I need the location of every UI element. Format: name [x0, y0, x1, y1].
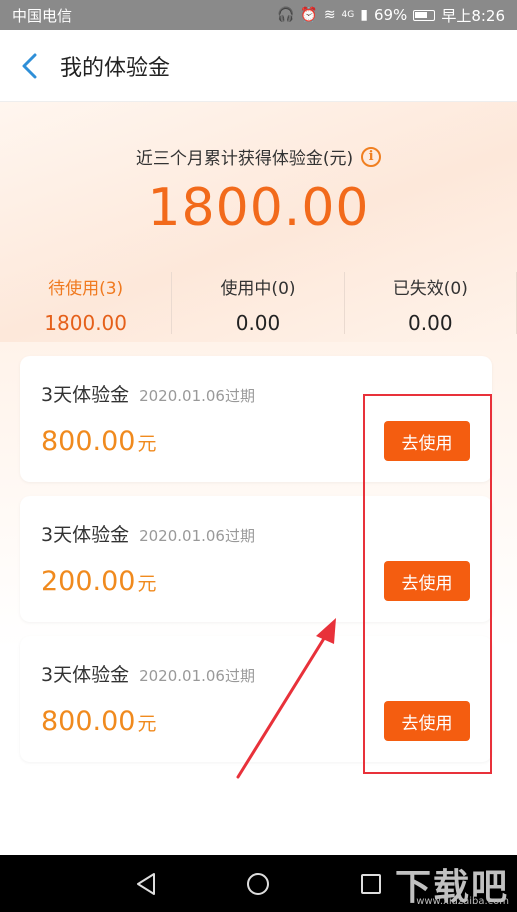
voucher-unit: 元: [137, 573, 157, 595]
voucher-name: 3天体验金: [41, 524, 130, 546]
voucher-unit: 元: [137, 713, 157, 735]
voucher-amount: 200.00: [41, 566, 136, 597]
use-button[interactable]: 去使用: [384, 701, 470, 741]
stat-label: 使用中(0): [220, 279, 296, 299]
stat-label: 已失效(0): [392, 279, 468, 299]
voucher-name: 3天体验金: [41, 384, 130, 406]
voucher-amount-row: 800.00 元: [41, 426, 157, 457]
voucher-amount-row: 200.00 元: [41, 566, 157, 597]
voucher-amount-row: 800.00 元: [41, 706, 157, 737]
stat-value: 1800.00: [44, 311, 128, 335]
voucher-title-row: 3天体验金 2020.01.06过期: [41, 520, 255, 547]
voucher-amount: 800.00: [41, 426, 136, 457]
status-indicators: 🎧 ⏰ ≋ 4G ▮ 69% 早上8:26: [277, 5, 505, 26]
voucher-expire: 2020.01.06过期: [139, 387, 255, 405]
summary-label-row: 近三个月累计获得体验金(元) i: [0, 144, 517, 169]
voucher-unit: 元: [137, 433, 157, 455]
battery-icon: [413, 9, 436, 21]
clock: 早上8:26: [441, 6, 505, 25]
voucher-name: 3天体验金: [41, 664, 130, 686]
stat-value: 0.00: [408, 311, 453, 335]
back-button[interactable]: [0, 30, 60, 102]
summary-label: 近三个月累计获得体验金(元): [135, 149, 354, 169]
cell-signal-icon: ▮: [360, 7, 368, 23]
voucher-amount: 800.00: [41, 706, 136, 737]
circle-home-icon: [247, 872, 270, 895]
voucher-card: 3天体验金 2020.01.06过期 800.00 元 去使用: [20, 636, 492, 762]
wifi-icon: ≋: [323, 7, 336, 23]
stat-pending[interactable]: 待使用(3) 1800.00: [0, 272, 173, 335]
status-bar: 中国电信 🎧 ⏰ ≋ 4G ▮ 69% 早上8:26: [0, 0, 517, 30]
nav-back-button[interactable]: [126, 864, 166, 904]
signal-label: 4G: [341, 9, 355, 20]
battery-percent: 69%: [373, 6, 408, 24]
use-button[interactable]: 去使用: [384, 421, 470, 461]
voucher-title-row: 3天体验金 2020.01.06过期: [41, 380, 255, 407]
summary-panel: 近三个月累计获得体验金(元) i 1800.00 待使用(3) 1800.00 …: [0, 102, 517, 342]
info-icon[interactable]: i: [361, 146, 382, 167]
stat-in-use[interactable]: 使用中(0) 0.00: [172, 272, 345, 335]
stat-value: 0.00: [235, 311, 281, 335]
voucher-card: 3天体验金 2020.01.06过期 200.00 元 去使用: [20, 496, 492, 622]
stat-label: 待使用(3): [48, 279, 124, 299]
square-recents-icon: [360, 873, 381, 894]
page-title: 我的体验金: [60, 55, 171, 81]
carrier-label: 中国电信: [12, 6, 73, 25]
chevron-left-icon: [22, 53, 37, 78]
voucher-title-row: 3天体验金 2020.01.06过期: [41, 660, 255, 687]
alarm-icon: ⏰: [300, 7, 318, 23]
watermark-url: www.xiazaiba.com: [416, 896, 509, 907]
voucher-expire: 2020.01.06过期: [139, 527, 255, 545]
header: 我的体验金: [0, 30, 517, 102]
summary-total: 1800.00: [147, 178, 370, 238]
voucher-expire: 2020.01.06过期: [139, 667, 255, 685]
nav-recents-button[interactable]: [351, 864, 391, 904]
use-button[interactable]: 去使用: [384, 561, 470, 601]
triangle-back-icon: [137, 872, 156, 895]
stats-row: 待使用(3) 1800.00 使用中(0) 0.00 已失效(0) 0.00: [0, 272, 517, 342]
voucher-card: 3天体验金 2020.01.06过期 800.00 元 去使用: [20, 356, 492, 482]
stat-expired[interactable]: 已失效(0) 0.00: [345, 272, 517, 335]
nav-home-button[interactable]: [238, 864, 278, 904]
voucher-list: 3天体验金 2020.01.06过期 800.00 元 去使用 3天体验金 20…: [0, 342, 517, 854]
headphone-icon: 🎧: [276, 7, 295, 23]
